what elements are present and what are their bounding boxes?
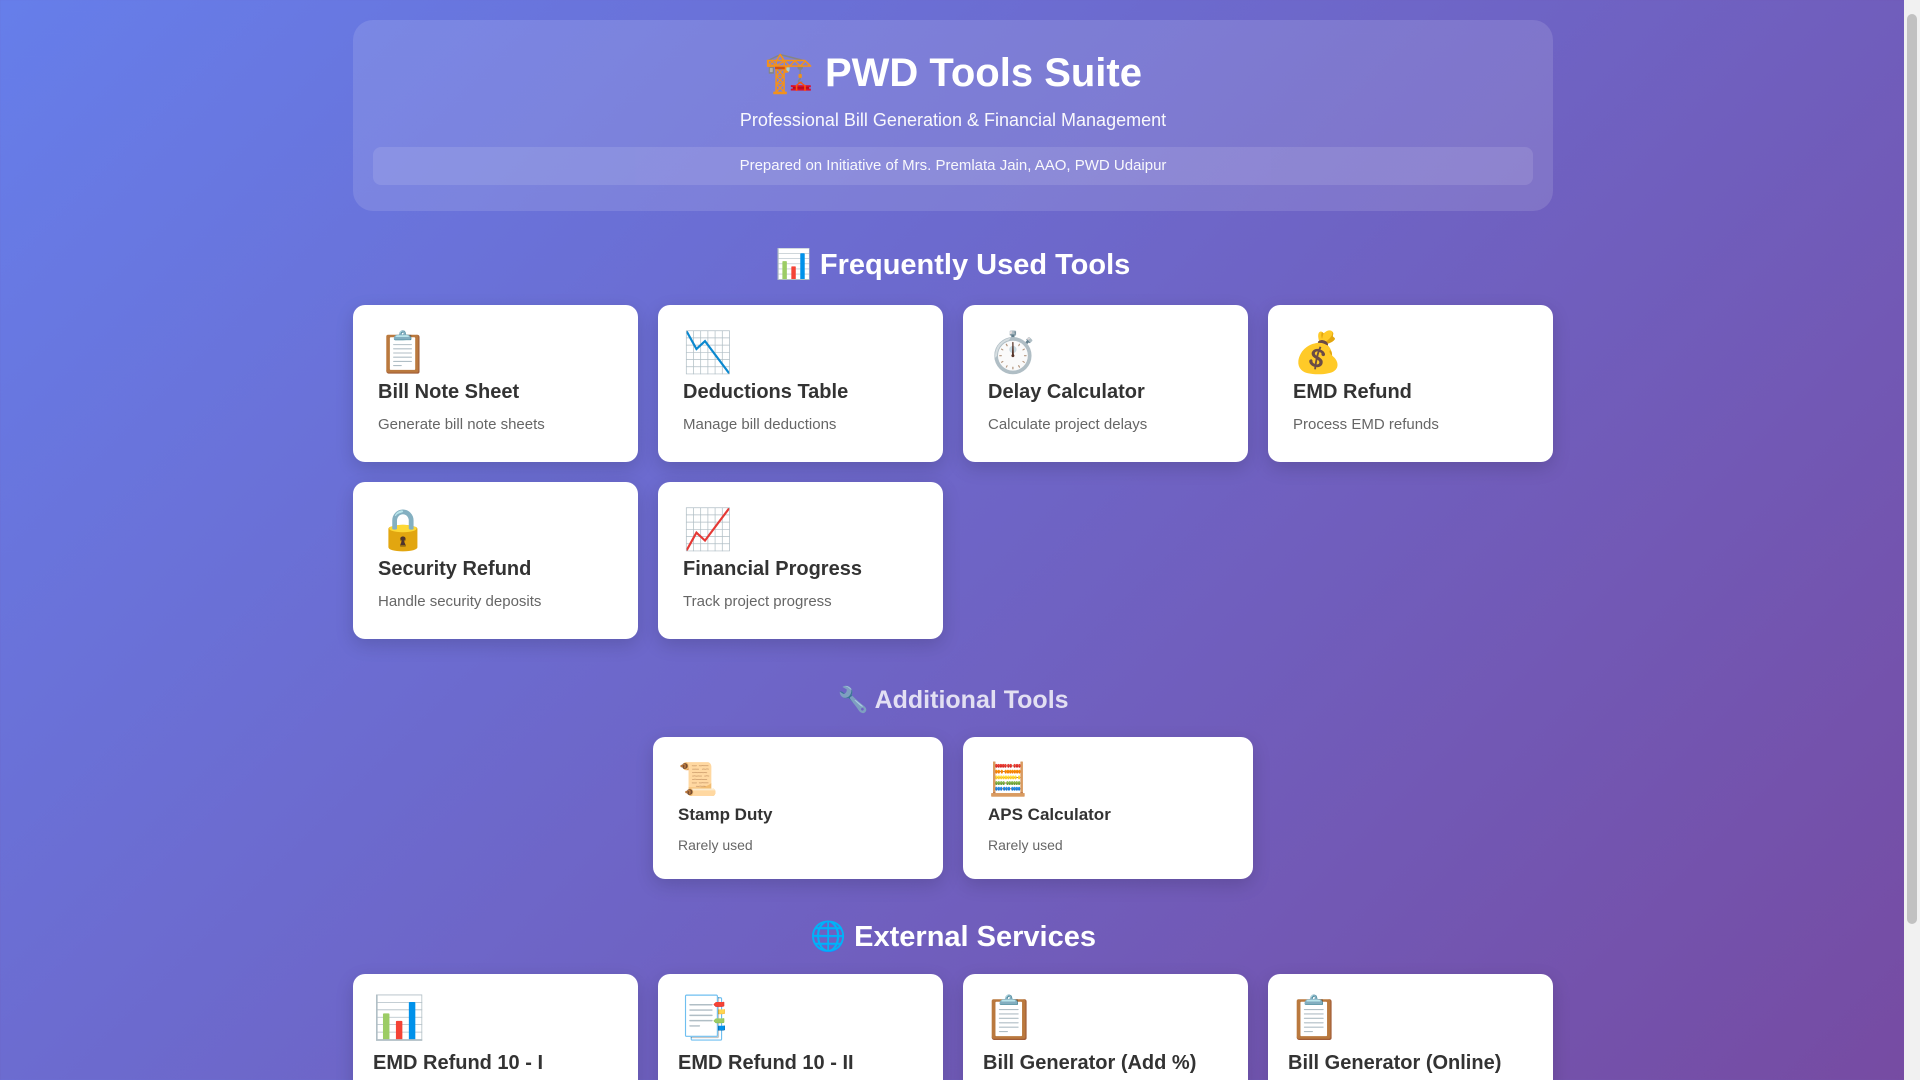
tool-card-delay-calculator[interactable]: ⏱️ Delay Calculator Calculate project dela… — [963, 305, 1248, 462]
frequent-tools-heading: 📊 Frequently Used Tools — [775, 249, 1131, 281]
external-services-heading: 🌐 External Services — [810, 921, 1096, 953]
clipboard-icon: 📋 — [378, 331, 428, 375]
chart-up-icon: 📈 — [683, 508, 733, 552]
money-bag-icon: 💰 — [1293, 331, 1343, 375]
tool-card-financial-progress[interactable]: 📈 Financial Progress Track project progres… — [658, 482, 943, 639]
card-desc: Rarely used — [988, 837, 1063, 853]
crane-icon: 🏗️ — [764, 51, 814, 95]
card-desc: Rarely used — [678, 837, 753, 853]
external-card-emd-refund-10-ii[interactable]: 📑 EMD Refund 10 - II — [658, 974, 943, 1080]
title-text: PWD Tools Suite — [824, 51, 1142, 95]
scroll-icon: 📜 — [678, 761, 718, 797]
stopwatch-icon: ⏱️ — [988, 331, 1038, 375]
card-title: Deductions Table — [683, 381, 849, 403]
clipboard-icon: 📋 — [983, 994, 1036, 1041]
card-title: Delay Calculator — [988, 381, 1145, 403]
subtitle: Professional Bill Generation & Financial… — [739, 110, 1167, 130]
chart-down-icon: 📉 — [683, 331, 733, 375]
external-card-bill-generator-online[interactable]: 📋 Bill Generator (Online) — [1268, 974, 1553, 1080]
card-title: Financial Progress — [683, 558, 862, 580]
page-container: 🏗️ PWD Tools Suite Professional Bill Gen… — [353, 20, 1553, 1080]
card-desc: Calculate project delays — [988, 416, 1148, 433]
card-desc: Track project progress — [683, 593, 832, 610]
card-title: EMD Refund 10 - II — [678, 1052, 854, 1074]
lock-icon: 🔒 — [378, 508, 428, 552]
card-title: EMD Refund 10 - I — [373, 1052, 544, 1074]
card-title: EMD Refund — [1293, 381, 1412, 403]
clipboard-icon: 📋 — [1288, 994, 1341, 1041]
card-desc: Handle security deposits — [378, 593, 542, 610]
header-banner: 🏗️ PWD Tools Suite Professional Bill Gen… — [353, 20, 1553, 211]
external-card-emd-refund-10-i[interactable]: 📊 EMD Refund 10 - I — [353, 974, 638, 1080]
vertical-scrollbar[interactable] — [1904, 0, 1920, 1080]
card-title: Bill Generator (Online) — [1288, 1052, 1502, 1074]
prepared-by-note: Prepared on Initiative of Mrs. Premlata … — [373, 147, 1533, 185]
card-title: APS Calculator — [988, 805, 1111, 824]
external-card-bill-generator-add[interactable]: 📋 Bill Generator (Add %) — [963, 974, 1248, 1080]
card-title: Bill Generator (Add %) — [983, 1052, 1197, 1074]
card-title: Security Refund — [378, 558, 532, 580]
tool-card-security-refund[interactable]: 🔒 Security Refund Handle security deposits — [353, 482, 638, 639]
page-title: 🏗️ PWD Tools Suite — [353, 50, 1553, 96]
document-icon: 📑 — [678, 994, 731, 1041]
additional-tools-heading: 🔧 Additional Tools — [837, 686, 1069, 714]
card-desc: Generate bill note sheets — [378, 416, 545, 433]
card-desc: Process EMD refunds — [1293, 416, 1439, 433]
tool-card-deductions-table[interactable]: 📉 Deductions Table Manage bill deductions — [658, 305, 943, 462]
tool-card-aps-calculator[interactable]: 🧮 APS Calculator Rarely used — [963, 737, 1253, 879]
scrollbar-thumb[interactable] — [1907, 14, 1917, 924]
tool-card-bill-note-sheet[interactable]: 📋 Bill Note Sheet Generate bill note sheet… — [353, 305, 638, 462]
bar-chart-icon: 📊 — [373, 994, 426, 1041]
abacus-icon: 🧮 — [988, 761, 1028, 797]
card-title: Bill Note Sheet — [378, 381, 520, 403]
tool-card-stamp-duty[interactable]: 📜 Stamp Duty Rarely used — [653, 737, 943, 879]
card-desc: Manage bill deductions — [683, 416, 837, 433]
card-title: Stamp Duty — [678, 805, 773, 824]
tool-card-emd-refund[interactable]: 💰 EMD Refund Process EMD refunds — [1268, 305, 1553, 462]
